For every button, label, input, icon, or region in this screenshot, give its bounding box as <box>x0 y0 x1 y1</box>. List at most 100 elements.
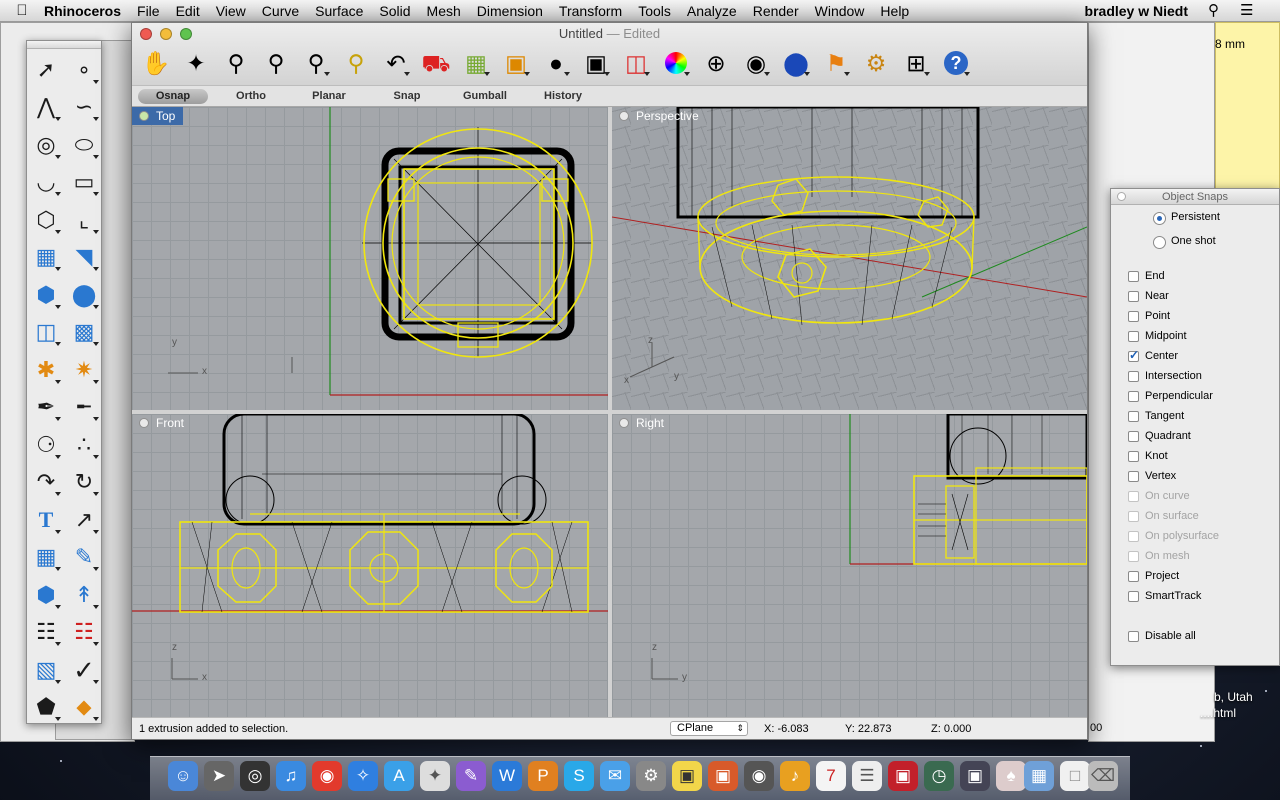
split-icon[interactable]: ╾ <box>65 389 103 427</box>
trash-icon[interactable]: ⌫ <box>1088 761 1118 791</box>
osnap-toggle[interactable]: Osnap <box>138 89 208 104</box>
set-view-icon[interactable]: ▣ <box>496 45 536 81</box>
light-bulb-icon[interactable]: ● <box>536 45 576 81</box>
viewport-label-front[interactable]: Front <box>132 414 192 432</box>
shaded-sphere-icon[interactable]: ◉ <box>736 45 776 81</box>
menu-solid[interactable]: Solid <box>379 3 410 19</box>
palette-title-bar[interactable] <box>27 41 101 49</box>
menu-edit[interactable]: Edit <box>176 3 200 19</box>
polygon-icon[interactable]: ⬡ <box>27 201 65 239</box>
paint-material-icon[interactable]: ⬥ <box>65 689 103 727</box>
safari-icon[interactable]: ✧ <box>348 761 378 791</box>
menu-help[interactable]: Help <box>880 3 909 19</box>
group-icon[interactable]: ⚆ <box>27 426 65 464</box>
notification-list-icon[interactable]: ☰ <box>1240 1 1253 19</box>
extrude-solid-icon[interactable]: ⬢ <box>27 576 65 614</box>
lock-icon[interactable]: ▣ <box>576 45 616 81</box>
named-views-car-icon[interactable]: ⛟ <box>416 45 456 81</box>
viewport-label-perspective[interactable]: Perspective <box>612 107 707 125</box>
stickies-icon[interactable]: ▣ <box>672 761 702 791</box>
undo-view-icon[interactable]: ↶ <box>376 45 416 81</box>
spotlight-search-icon[interactable]: ⚲ <box>1208 1 1219 19</box>
layers-icon[interactable]: ◫ <box>616 45 656 81</box>
move-icon[interactable]: ↷ <box>27 464 65 502</box>
box-solid-icon[interactable]: ⬢ <box>27 276 65 314</box>
viewport-perspective[interactable]: z x y Perspective <box>612 107 1087 410</box>
rotate-view-icon[interactable]: ✦ <box>176 45 216 81</box>
menu-render[interactable]: Render <box>753 3 799 19</box>
rectangle-icon[interactable]: ▭ <box>65 164 103 202</box>
rendered-sphere-icon[interactable]: ⬤ <box>776 45 816 81</box>
snap-toggle[interactable]: Snap <box>374 89 440 104</box>
launchpad-icon[interactable]: ➤ <box>204 761 234 791</box>
mesh-surface-icon[interactable]: ▩ <box>65 314 103 352</box>
window-title-bar[interactable]: Untitled — Edited ✋ ✦ ⚲ ⚲ ⚲ ⚲ ↶ ⛟ ▦ ▣ ● … <box>132 23 1087 85</box>
powerpoint-icon[interactable]: P <box>528 761 558 791</box>
ungroup-icon[interactable]: ∴ <box>65 426 103 464</box>
wireframe-sphere-icon[interactable]: ⊕ <box>696 45 736 81</box>
menu-analyze[interactable]: Analyze <box>687 3 737 19</box>
rhino-app-icon[interactable]: ✦ <box>420 761 450 791</box>
snap-grid-icon[interactable]: ⊞ <box>896 45 936 81</box>
zoom-selected-icon[interactable]: ⚲ <box>336 45 376 81</box>
viewport-top[interactable]: y x Top <box>132 107 608 410</box>
linear-array-icon[interactable]: ☷ <box>65 614 103 652</box>
pan-hand-icon[interactable]: ✋ <box>136 45 176 81</box>
cplane-select[interactable]: CPlane <box>670 721 748 736</box>
close-panel-icon[interactable] <box>1117 192 1126 201</box>
project-curves-icon[interactable]: ↟ <box>65 576 103 614</box>
messages-icon[interactable]: ✉ <box>600 761 630 791</box>
documents-folder-icon[interactable]: ▦ <box>1024 761 1054 791</box>
array-icon[interactable]: ▦ <box>27 539 65 577</box>
planar-toggle[interactable]: Planar <box>296 89 362 104</box>
help-icon[interactable]: ? <box>936 45 976 81</box>
solitaire-icon[interactable]: ♠ <box>996 761 1026 791</box>
zoom-window-icon[interactable]: ⚲ <box>256 45 296 81</box>
system-preferences-icon[interactable]: ⚙ <box>636 761 666 791</box>
check-icon[interactable]: ✓ <box>65 651 103 689</box>
time-machine-icon[interactable]: ◷ <box>924 761 954 791</box>
options-gear-icon[interactable]: ⚙ <box>856 45 896 81</box>
viewport-menu-icon[interactable] <box>139 418 149 428</box>
puzzle-join-icon[interactable]: ✱ <box>27 351 65 389</box>
analyze-surface-icon[interactable]: ▧ <box>27 651 65 689</box>
skype-icon[interactable]: S <box>564 761 594 791</box>
select-arrow-icon[interactable]: ➚ <box>27 51 65 89</box>
osnap-title-bar[interactable]: Object Snaps <box>1111 189 1279 205</box>
menu-transform[interactable]: Transform <box>559 3 622 19</box>
curve-icon[interactable]: ∽ <box>65 89 103 127</box>
menu-tools[interactable]: Tools <box>638 3 671 19</box>
preview-icon[interactable]: ▣ <box>960 761 990 791</box>
apple-menu-icon[interactable]:  <box>0 2 44 19</box>
photo-icon[interactable]: ▣ <box>708 761 738 791</box>
sheet-solid-icon[interactable]: ⬟ <box>27 689 65 727</box>
menu-window[interactable]: Window <box>815 3 865 19</box>
photo-booth-icon[interactable]: ▣ <box>888 761 918 791</box>
menu-file[interactable]: File <box>137 3 160 19</box>
menu-curve[interactable]: Curve <box>262 3 299 19</box>
pencil-edit-icon[interactable]: ✎ <box>65 539 103 577</box>
trim-icon[interactable]: ✒ <box>27 389 65 427</box>
viewport-menu-icon[interactable] <box>619 111 629 121</box>
app-menu[interactable]: Rhinoceros <box>44 3 121 19</box>
viewport-right[interactable]: z y Right <box>612 414 1087 717</box>
textedit-icon[interactable]: ☰ <box>852 761 882 791</box>
color-wheel-icon[interactable] <box>656 45 696 81</box>
viewport-label-top[interactable]: Top <box>132 107 184 125</box>
word-icon[interactable]: W <box>492 761 522 791</box>
grid-array-icon[interactable]: ☷ <box>27 614 65 652</box>
viewport-front[interactable]: z x Front <box>132 414 608 717</box>
point-icon[interactable]: ∘ <box>65 51 103 89</box>
arc-icon[interactable]: ◡ <box>27 164 65 202</box>
menu-dimension[interactable]: Dimension <box>477 3 543 19</box>
ortho-toggle[interactable]: Ortho <box>218 89 284 104</box>
circle-icon[interactable]: ◎ <box>27 126 65 164</box>
zoom-extents-icon[interactable]: ⚲ <box>296 45 336 81</box>
render-flag-icon[interactable]: ⚑ <box>816 45 856 81</box>
finder-icon[interactable]: ☺ <box>168 761 198 791</box>
cylinder-solid-icon[interactable]: ◫ <box>27 314 65 352</box>
itunes-icon[interactable]: ♫ <box>276 761 306 791</box>
audio-icon[interactable]: ♪ <box>780 761 810 791</box>
viewport-menu-icon[interactable] <box>139 111 149 121</box>
cplane-grid-icon[interactable]: ▦ <box>456 45 496 81</box>
